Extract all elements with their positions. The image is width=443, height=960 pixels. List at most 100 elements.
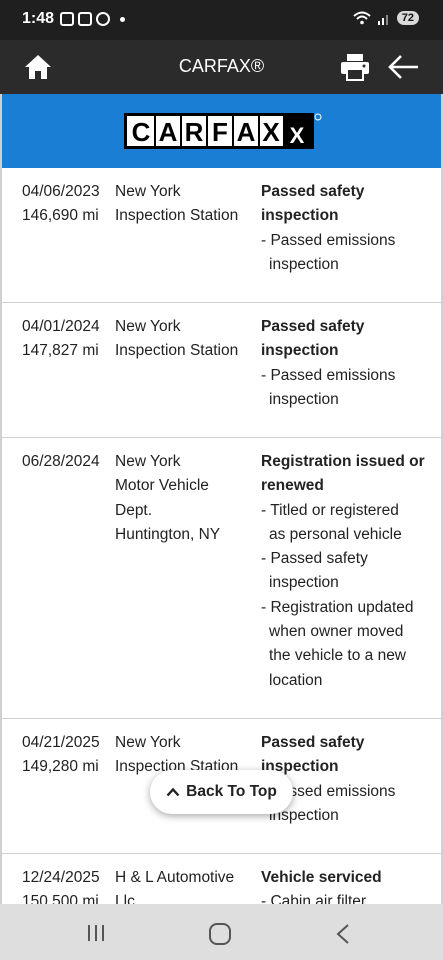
record-location-line: Llc [115, 893, 135, 904]
record-detail-item: - Passed emissions inspection [261, 229, 437, 278]
battery-indicator: 72 [396, 11, 419, 25]
record-heading-line: renewed [261, 477, 324, 495]
wifi-icon [353, 11, 371, 25]
detail-line: - Passed emissions [261, 366, 396, 384]
record-date: 06/28/2024 [22, 453, 100, 470]
cell-signal-icon [377, 15, 388, 25]
carfax-banner: C A R F A X X [2, 94, 441, 168]
print-icon[interactable] [340, 53, 370, 81]
record-detail-item: - Passed emissions inspection [261, 364, 437, 413]
logo-letter-a: A [159, 117, 178, 147]
record-detail-item: - Titled or registered as personal vehic… [261, 499, 437, 548]
record-heading-line: Registration issued or [261, 453, 425, 470]
history-record: 06/28/2024 New York Motor Vehicle Dept. … [2, 438, 441, 719]
detail-line: - Cabin air filter [261, 893, 367, 904]
record-date-mileage: 06/28/2024 [22, 450, 100, 474]
logo-letter-f: F [212, 117, 228, 147]
detail-line: the vehicle to a new [269, 647, 407, 665]
record-location-line: New York [115, 453, 181, 470]
record-location-line: Inspection Station [115, 207, 239, 225]
system-back-icon[interactable] [336, 924, 350, 944]
back-to-top-label: Back To Top [186, 783, 277, 800]
app-title: CARFAX® [178, 56, 265, 76]
record-heading: Registration issued or renewed [261, 450, 437, 499]
chevron-up-icon [166, 787, 180, 797]
record-date-mileage: 12/24/2025 150,500 mi [22, 866, 100, 904]
history-record: 12/24/2025 150,500 mi H & L Automotive L… [2, 854, 441, 904]
record-heading: Vehicle serviced [261, 866, 437, 890]
record-heading-line: Vehicle serviced [261, 869, 382, 886]
record-mileage: 149,280 mi [22, 758, 99, 776]
detail-line: inspection [269, 390, 339, 408]
status-time: 1:48 [22, 10, 55, 27]
system-home-icon[interactable] [209, 923, 231, 945]
phone-notification-icon [96, 12, 110, 26]
notification-icons [60, 12, 125, 26]
record-heading-line: Passed safety [261, 183, 365, 200]
record-date-mileage: 04/21/2025 149,280 mi [22, 731, 100, 780]
record-date: 12/24/2025 [22, 869, 100, 886]
record-heading-line: inspection [261, 342, 339, 360]
system-nav-bar [0, 904, 443, 960]
back-arrow-icon[interactable] [388, 54, 420, 80]
status-right: 72 [353, 11, 419, 25]
record-heading: Passed safety inspection [261, 731, 437, 780]
record-detail-item: - Cabin air filter [261, 890, 437, 904]
detail-line: as personal vehicle [269, 525, 402, 543]
logo-letter-x: X [262, 117, 280, 147]
record-detail-item: - Passed safety inspection [261, 547, 437, 596]
record-location-line: New York [115, 734, 181, 751]
logo-letter-c: C [132, 117, 151, 147]
back-to-top-button[interactable]: Back To Top [150, 770, 293, 814]
record-heading-line: Passed safety [261, 318, 365, 335]
carfax-logo: C A R F A X X [124, 113, 322, 149]
detail-line: when owner moved [269, 623, 404, 641]
app-bar: CARFAX® [0, 40, 443, 94]
record-location-line: Huntington, NY [115, 525, 221, 543]
calendar-notification-icon [78, 12, 92, 26]
history-record: 04/06/2023 146,690 mi New York Inspectio… [2, 168, 441, 303]
record-date: 04/06/2023 [22, 183, 100, 200]
status-bar: 1:48 72 [0, 0, 443, 40]
logo-letter-a2: A [237, 117, 256, 147]
record-detail-item: - Registration updated when owner moved … [261, 596, 437, 693]
record-details: Vehicle serviced - Cabin air filter [261, 866, 437, 904]
record-date-mileage: 04/01/2024 147,827 mi [22, 315, 100, 364]
record-location-line: Motor Vehicle [115, 477, 209, 495]
more-notifications-dot-icon [120, 16, 125, 22]
detail-line: location [269, 671, 323, 689]
record-heading-line: inspection [261, 207, 339, 225]
record-details: Passed safety inspection - Passed emissi… [261, 315, 437, 412]
gallery-notification-icon [60, 12, 74, 26]
record-mileage: 146,690 mi [22, 207, 99, 225]
detail-line: inspection [269, 574, 339, 592]
record-location-line: New York [115, 318, 181, 335]
record-location-line: New York [115, 183, 181, 200]
record-location: New York Inspection Station [115, 180, 238, 229]
record-heading: Passed safety inspection [261, 315, 437, 364]
detail-line: inspection [269, 255, 339, 273]
record-details: Registration issued or renewed - Titled … [261, 450, 437, 693]
record-date: 04/21/2025 [22, 734, 100, 751]
record-heading: Passed safety inspection [261, 180, 437, 229]
record-location: New York Inspection Station [115, 315, 238, 364]
detail-line: - Passed safety [261, 550, 368, 568]
record-date-mileage: 04/06/2023 146,690 mi [22, 180, 100, 229]
record-location: H & L Automotive Llc [115, 866, 234, 904]
record-location-line: H & L Automotive [115, 869, 235, 886]
record-mileage: 147,827 mi [22, 342, 99, 360]
recent-apps-icon[interactable] [86, 924, 106, 942]
logo-letter-x-inverse: X [290, 123, 305, 148]
history-record: 04/01/2024 147,827 mi New York Inspectio… [2, 303, 441, 438]
record-heading-line: Passed safety [261, 734, 365, 751]
record-mileage: 150,500 mi [22, 893, 99, 904]
record-location-line: Dept. [115, 501, 153, 519]
record-date: 04/01/2024 [22, 318, 100, 335]
logo-letter-r: R [185, 117, 204, 147]
detail-line: - Passed emissions [261, 231, 396, 249]
detail-line: - Registration updated [261, 598, 414, 616]
record-location: New York Motor Vehicle Dept. Huntington,… [115, 450, 220, 547]
detail-line: - Titled or registered [261, 501, 399, 519]
record-location-line: Inspection Station [115, 342, 239, 360]
record-details: Passed safety inspection - Passed emissi… [261, 180, 437, 277]
